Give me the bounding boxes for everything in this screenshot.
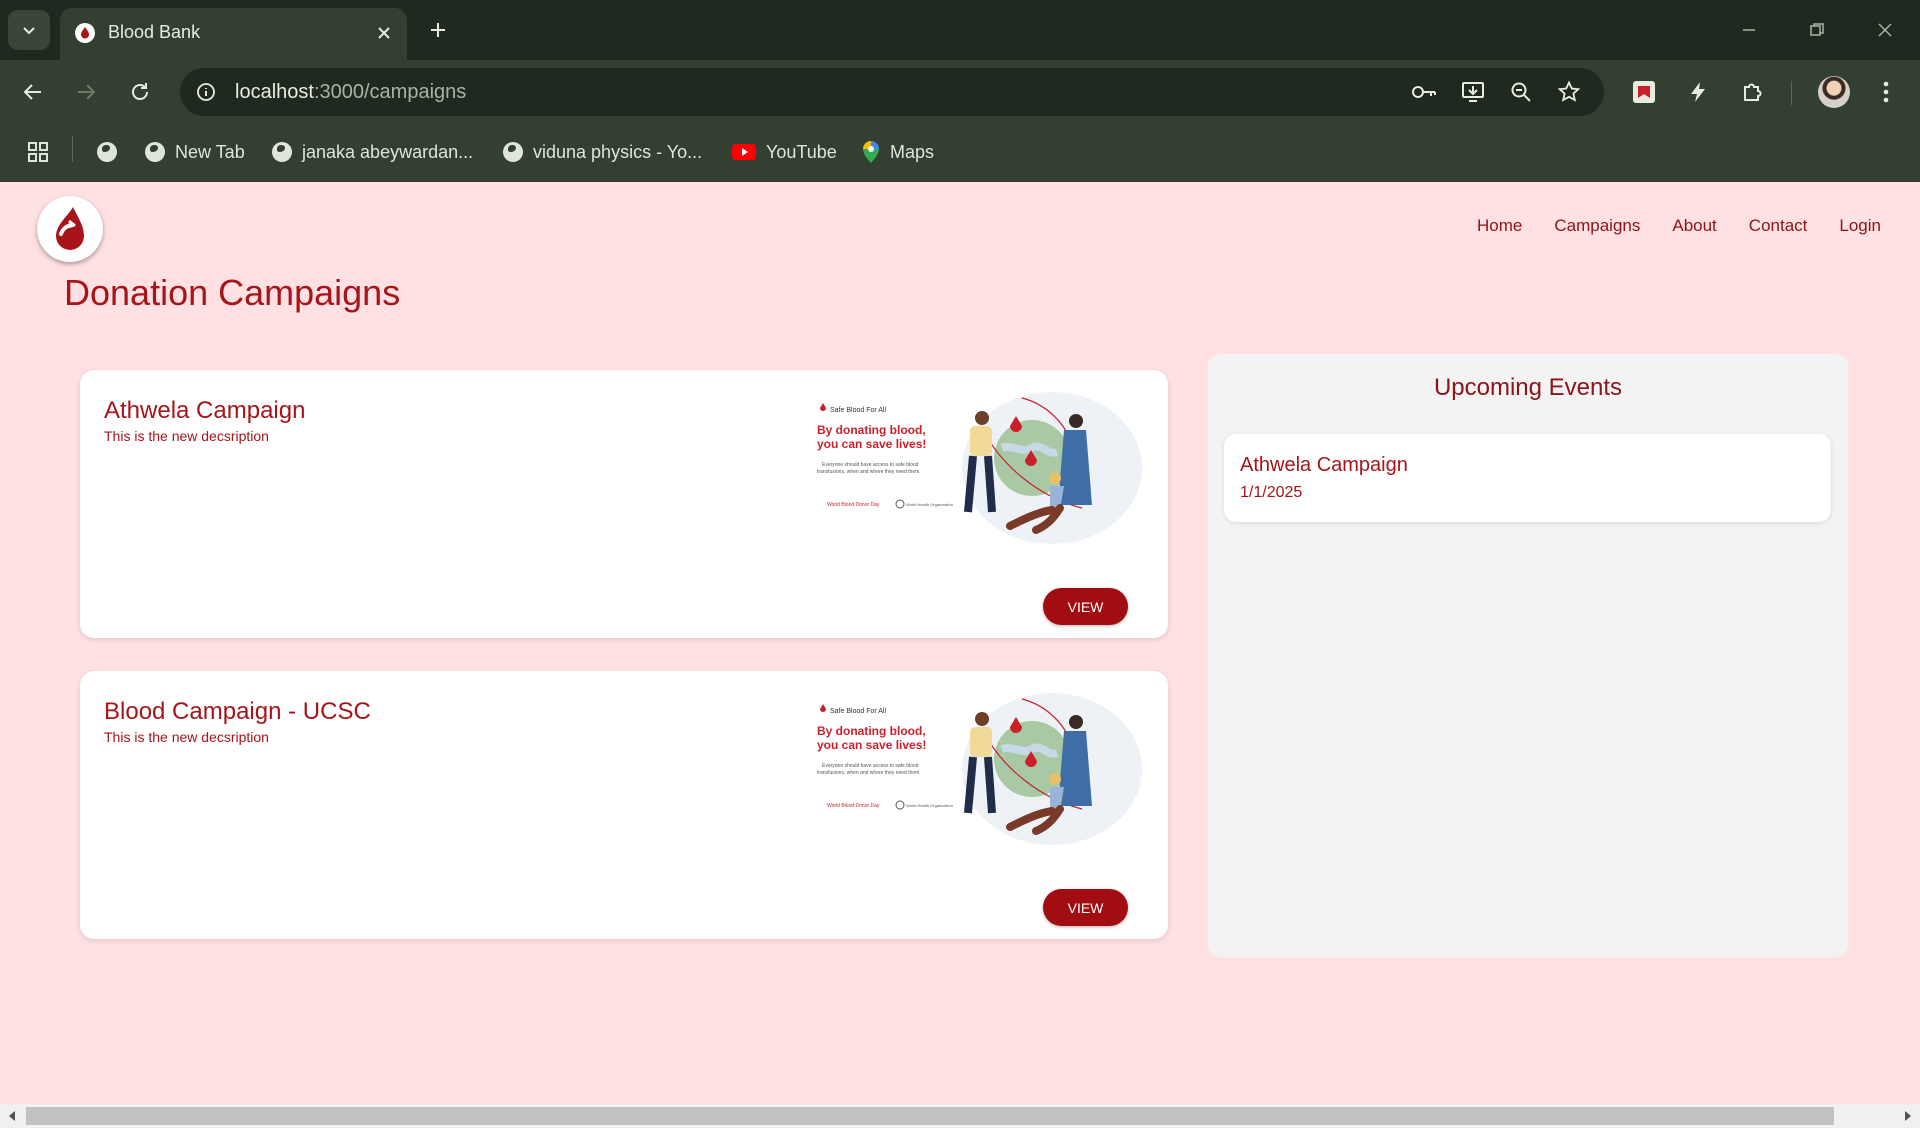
main-navigation: Home Campaigns About Contact Login (1477, 216, 1881, 236)
event-name: Athwela Campaign (1240, 454, 1408, 476)
campaign-card: Blood Campaign - UCSC This is the new de… (80, 671, 1168, 939)
poster-footer-left: World Blood Donor Day (827, 502, 880, 508)
bookmark-label: janaka abeywardan... (302, 141, 474, 162)
bookmark-new-tab[interactable]: New Tab (145, 138, 245, 166)
campaign-card: Athwela Campaign This is the new decsrip… (80, 370, 1168, 638)
scrollbar-thumb[interactable] (26, 1107, 1834, 1125)
poster-footer-right: World Health Organization (906, 803, 953, 808)
event-item[interactable]: Athwela Campaign 1/1/2025 (1224, 434, 1831, 522)
nav-about-link[interactable]: About (1672, 216, 1716, 236)
plus-icon (431, 23, 445, 37)
close-window-button[interactable] (1862, 10, 1908, 50)
minimize-icon (1743, 29, 1755, 31)
bookmark-janaka[interactable]: janaka abeywardan... (272, 138, 473, 166)
back-button[interactable] (13, 72, 53, 112)
nav-campaigns-link[interactable]: Campaigns (1554, 216, 1640, 236)
tab-search-button[interactable] (8, 10, 50, 50)
horizontal-scrollbar[interactable] (0, 1104, 1920, 1128)
poster-headline-1: By donating blood, (817, 724, 926, 738)
site-info-icon[interactable] (192, 78, 220, 106)
browser-tab-active[interactable]: Blood Bank (60, 8, 407, 60)
bookmarks-divider (72, 136, 73, 162)
youtube-icon (732, 144, 756, 160)
maps-icon (863, 141, 879, 163)
globe-icon (145, 142, 165, 162)
restore-icon (1810, 23, 1824, 36)
campaign-description: This is the new decsription (104, 729, 269, 745)
poster-footer-right: World Health Organization (906, 502, 953, 507)
reload-button[interactable] (120, 72, 160, 112)
profile-avatar[interactable] (1818, 76, 1850, 108)
campaign-description: This is the new decsription (104, 428, 269, 444)
bookmark-globe-only[interactable] (97, 138, 117, 166)
bookmark-maps[interactable]: Maps (862, 138, 934, 166)
scroll-right-arrow-icon[interactable] (1899, 1107, 1917, 1125)
globe-icon (97, 142, 117, 162)
bookmark-label: Maps (890, 141, 935, 162)
address-bar[interactable]: localhost:3000/campaigns (180, 68, 1604, 116)
zoom-out-icon[interactable] (1507, 78, 1535, 106)
bookmarks-bar: New Tab janaka abeywardan... viduna phys… (0, 122, 1920, 182)
url-path: :3000/campaigns (313, 81, 467, 103)
extension-bolt-icon[interactable] (1682, 76, 1714, 108)
poster-body-2: transfusions, when and where they need t… (817, 469, 921, 475)
nav-contact-link[interactable]: Contact (1749, 216, 1808, 236)
poster-headline-2: you can save lives! (817, 738, 926, 752)
event-date: 1/1/2025 (1240, 484, 1303, 501)
forward-button[interactable] (66, 72, 106, 112)
minimize-window-button[interactable] (1726, 10, 1772, 50)
upcoming-events-panel: Upcoming Events Athwela Campaign 1/1/202… (1208, 354, 1848, 957)
extensions-puzzle-icon[interactable] (1737, 76, 1769, 108)
install-app-icon[interactable] (1459, 78, 1487, 106)
close-tab-icon[interactable] (373, 22, 395, 44)
reload-icon (132, 83, 148, 100)
bookmark-star-icon[interactable] (1555, 78, 1583, 106)
globe-icon (503, 142, 523, 162)
poster-headline-1: By donating blood, (817, 423, 926, 437)
bookmark-label: YouTube (766, 141, 837, 162)
url-host: localhost (235, 81, 314, 103)
nav-home-link[interactable]: Home (1477, 216, 1522, 236)
close-icon (1878, 23, 1892, 37)
campaign-poster-image: Safe Blood For All By donating blood, yo… (817, 693, 1142, 845)
bookmark-label: New Tab (175, 141, 245, 162)
campaign-title: Athwela Campaign (104, 397, 306, 424)
browser-titlebar: Blood Bank (0, 0, 1920, 60)
campaign-poster-image: Safe Blood For All By donating blood, yo… (817, 392, 1142, 544)
blood-drop-favicon-icon (75, 23, 95, 43)
scroll-left-arrow-icon[interactable] (3, 1107, 21, 1125)
upcoming-events-title: Upcoming Events (1433, 374, 1623, 401)
view-campaign-button[interactable]: VIEW (1043, 889, 1128, 926)
browser-toolbar: localhost:3000/campaigns (0, 60, 1920, 122)
poster-body-1: Everyone should have access to safe bloo… (822, 763, 919, 769)
nav-login-link[interactable]: Login (1839, 216, 1881, 236)
poster-body-2: transfusions, when and where they need t… (817, 770, 921, 776)
extension-save-icon[interactable] (1628, 76, 1660, 108)
bookmark-youtube[interactable]: YouTube (732, 138, 837, 166)
url-text[interactable]: localhost:3000/campaigns (235, 81, 466, 104)
bookmark-label: viduna physics - Yo... (533, 141, 703, 162)
apps-grid-icon[interactable] (27, 138, 49, 166)
blood-bank-logo[interactable] (37, 196, 103, 262)
poster-tag: Safe Blood For All (830, 407, 886, 414)
poster-headline-2: you can save lives! (817, 437, 926, 451)
arrow-right-icon (78, 84, 96, 100)
arrow-left-icon (23, 84, 41, 100)
globe-icon (272, 142, 292, 162)
poster-body-1: Everyone should have access to safe bloo… (822, 462, 919, 468)
blood-drop-logo-icon (56, 207, 84, 250)
new-tab-button[interactable] (422, 14, 454, 46)
campaign-title: Blood Campaign - UCSC (104, 698, 371, 725)
poster-footer-left: World Blood Donor Day (827, 803, 880, 809)
kebab-menu-icon[interactable] (1870, 76, 1902, 108)
poster-tag: Safe Blood For All (830, 708, 886, 715)
page-title: Donation Campaigns (64, 272, 401, 313)
toolbar-divider (1791, 81, 1792, 105)
password-key-icon[interactable] (1410, 78, 1438, 106)
chevron-down-icon (23, 27, 35, 35)
bookmark-viduna-physics[interactable]: viduna physics - Yo... (503, 138, 702, 166)
tab-title: Blood Bank (108, 22, 201, 42)
view-campaign-button[interactable]: VIEW (1043, 588, 1128, 625)
restore-window-button[interactable] (1794, 10, 1840, 50)
